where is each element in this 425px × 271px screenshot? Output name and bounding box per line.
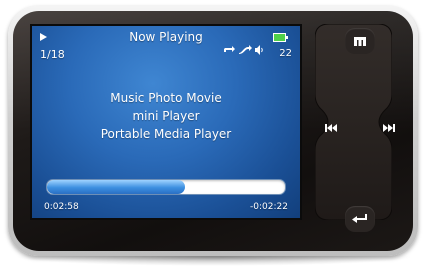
screen-line-3: Portable Media Player — [100, 127, 232, 141]
menu-icon — [345, 28, 375, 54]
previous-button[interactable] — [322, 118, 340, 134]
screen-line-1: Music Photo Movie — [110, 91, 222, 105]
progress-fill — [47, 180, 186, 194]
menu-button[interactable] — [345, 28, 375, 54]
screen-line-2: mini Player — [132, 109, 200, 123]
player-screen: Now Playing 1/18 22 Music Photo Movie mi… — [30, 24, 302, 220]
next-button[interactable] — [380, 118, 398, 134]
battery-icon — [273, 33, 288, 42]
progress-bar[interactable] — [46, 179, 286, 195]
elapsed-time: 0:02:58 — [44, 202, 79, 212]
next-icon — [383, 117, 395, 136]
shuffle-icon — [238, 45, 252, 55]
remaining-time: -0:02:22 — [250, 202, 288, 212]
track-counter: 1/18 — [40, 48, 65, 61]
back-button[interactable] — [345, 206, 375, 232]
volume-level: 22 — [279, 48, 292, 59]
status-icons — [222, 45, 264, 55]
back-icon — [345, 206, 375, 232]
speaker-icon — [254, 45, 264, 55]
screen-title: Now Playing — [129, 30, 203, 44]
previous-icon — [325, 117, 337, 136]
repeat-icon — [222, 45, 236, 55]
